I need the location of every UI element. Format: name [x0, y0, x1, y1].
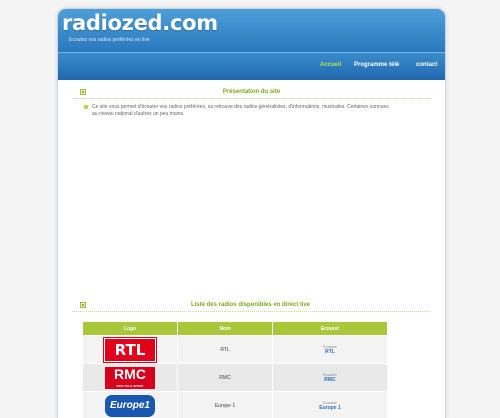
name-cell: RMC [178, 364, 273, 392]
listen-cell: Ecouter RTL [273, 336, 388, 364]
site-header: radiozed.com Ecoutez vos radios préférée… [58, 9, 445, 52]
table-row: Europe1 Europe 1 Ecouter Europe 1 [83, 392, 388, 418]
listen-cell: Ecouter RMC [273, 364, 388, 392]
site-tagline: Ecoutez vos radios préférées en live [69, 37, 150, 43]
name-cell: RTL [178, 336, 273, 364]
column-header-nom: Nom [178, 322, 273, 336]
main-nav: Accueil Programme télé contact [58, 52, 445, 80]
section-bullet-icon [80, 89, 86, 95]
radios-table: Logo Nom Ecouter RTL RTL Ecouter RTL [82, 321, 388, 418]
column-header-ecouter: Ecouter [273, 322, 388, 336]
logo-cell: RMC INFO TALK SPORT [83, 364, 178, 392]
table-header-row: Logo Nom Ecouter [83, 322, 388, 336]
rmc-logo[interactable]: RMC INFO TALK SPORT [105, 367, 155, 389]
section-bullet-icon [80, 302, 86, 308]
presentation-paragraph: Ce site vous permet d'écouter vos radios… [82, 104, 392, 118]
listen-cell: Ecouter Europe 1 [273, 392, 388, 418]
column-header-logo: Logo [83, 322, 178, 336]
logo-cell: Europe1 [83, 392, 178, 418]
name-cell: Europe 1 [178, 392, 273, 418]
page-container: radiozed.com Ecoutez vos radios préférée… [57, 8, 446, 418]
nav-item-contact[interactable]: contact [416, 62, 437, 68]
europe1-logo[interactable]: Europe1 [105, 395, 155, 417]
listen-link-rtl[interactable]: RTL [325, 349, 335, 355]
nav-item-accueil[interactable]: Accueil [320, 62, 341, 68]
listen-link-rmc[interactable]: RMC [324, 377, 335, 383]
rtl-logo[interactable]: RTL [104, 338, 156, 362]
main-content: Présentation du site Ce site vous permet… [58, 80, 445, 118]
listen-link-europe1[interactable]: Europe 1 [319, 405, 340, 411]
radios-section: Liste des radios disponibles en direct l… [72, 299, 429, 418]
presentation-title: Présentation du site [223, 89, 280, 95]
logo-cell: RTL [83, 336, 178, 364]
radios-title: Liste des radios disponibles en direct l… [191, 302, 310, 308]
table-row: RMC INFO TALK SPORT RMC Ecouter RMC [83, 364, 388, 392]
presentation-heading: Présentation du site [72, 86, 431, 99]
site-title[interactable]: radiozed.com [62, 11, 218, 35]
nav-item-programme-tele[interactable]: Programme télé [354, 62, 399, 68]
presentation-text: Ce site vous permet d'écouter vos radios… [92, 104, 389, 117]
table-row: RTL RTL Ecouter RTL [83, 336, 388, 364]
radios-heading: Liste des radios disponibles en direct l… [72, 299, 429, 312]
rmc-logo-subtext: INFO TALK SPORT [105, 384, 155, 388]
rmc-logo-text: RMC [114, 366, 146, 382]
list-bullet-icon [84, 105, 88, 109]
